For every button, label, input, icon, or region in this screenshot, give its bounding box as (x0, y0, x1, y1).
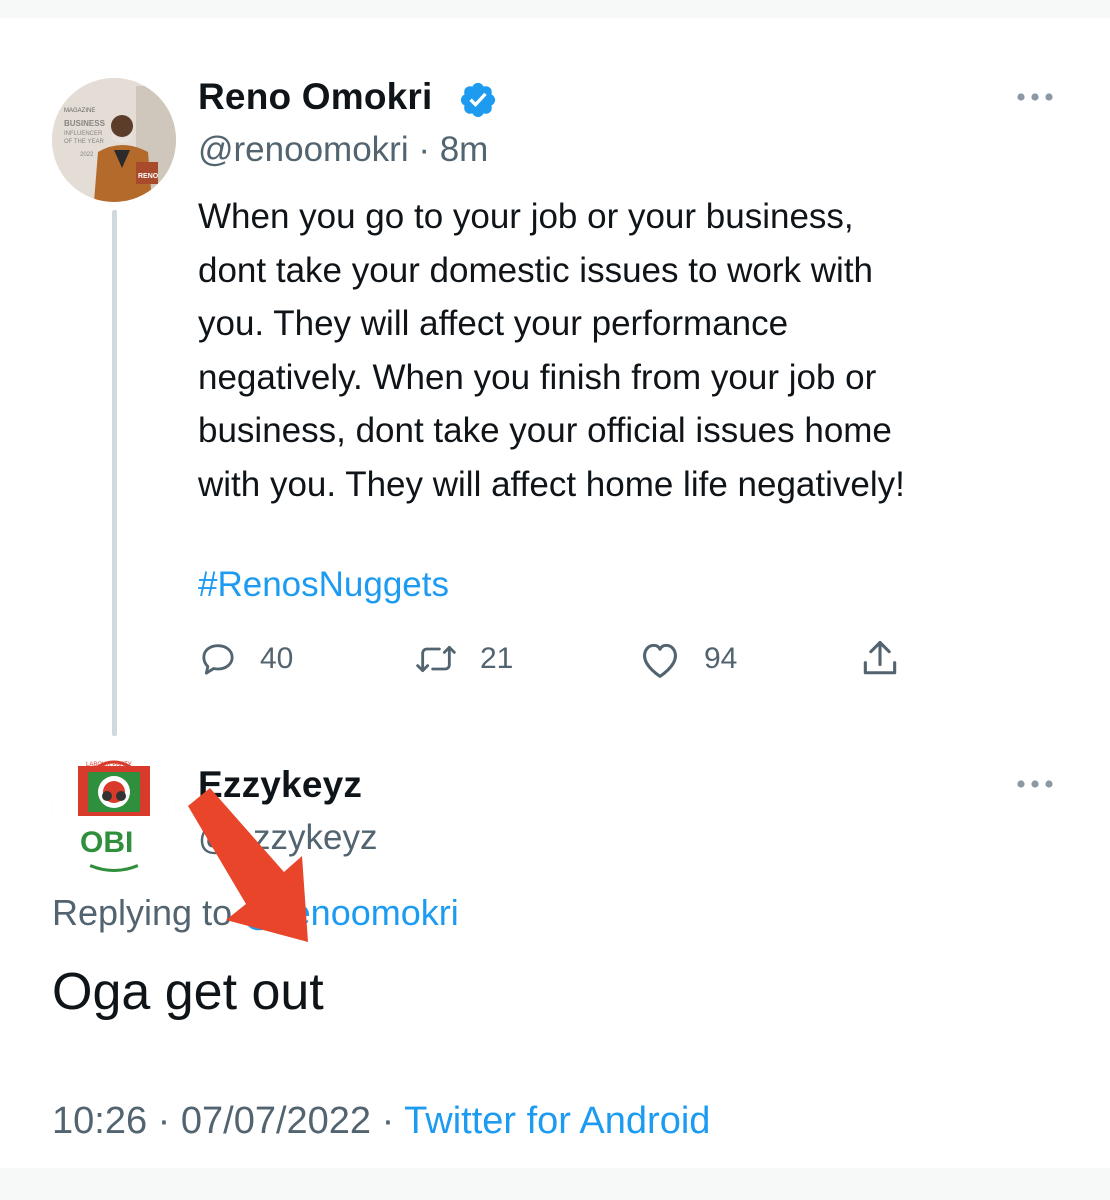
reply-count: 40 (260, 642, 294, 675)
avatar-text-business: BUSINESS (64, 119, 106, 128)
share-icon (863, 640, 897, 675)
retweet-icon (416, 645, 456, 673)
post-date[interactable]: 07/07/2022 (181, 1100, 371, 1142)
top-bar (0, 0, 1110, 18)
avatar-ezzykeyz[interactable]: LABOUR PARTY OBI (52, 748, 176, 872)
bottom-bar (0, 1168, 1110, 1200)
annotation-arrow-icon (188, 788, 308, 942)
thread-connector-line (112, 210, 117, 736)
reply-button[interactable]: 40 (198, 636, 293, 682)
avatar-magazine-line: MAGAZINE (64, 108, 95, 114)
tweet-time-ago[interactable]: 8m (440, 130, 489, 169)
verified-badge-icon (460, 82, 496, 118)
like-icon (643, 643, 677, 678)
reply-icon (202, 644, 234, 675)
tweet-hashtag-link[interactable]: #RenosNuggets (198, 565, 449, 605)
tweet-author-name[interactable]: Reno Omokri (198, 76, 433, 118)
avatar-reno-omokri[interactable]: MAGAZINE BUSINESS INFLUENCER OF THE YEAR… (52, 78, 176, 202)
like-count: 94 (704, 642, 738, 675)
retweet-count: 21 (480, 642, 514, 675)
tweet-body-text: When you go to your job or your business… (198, 197, 905, 504)
avatar-obi-text: OBI (80, 826, 133, 859)
more-icon[interactable] (1015, 91, 1055, 103)
avatar-text-year-title: OF THE YEAR (64, 139, 104, 145)
avatar-text-year: 2022 (80, 152, 94, 158)
post-source-link[interactable]: Twitter for Android (404, 1100, 710, 1142)
meta-separator: · (147, 1100, 181, 1142)
reply-body-text: Oga get out (52, 963, 324, 1021)
tweet-author-handle[interactable]: @renoomokri (198, 130, 409, 169)
post-time[interactable]: 10:26 (52, 1100, 147, 1142)
retweet-button[interactable]: 21 (414, 636, 513, 682)
tweet-metadata: 10:26 · 07/07/2022 · Twitter for Android (52, 1100, 710, 1143)
handle-separator: · (408, 130, 440, 169)
avatar-ring-text: LABOUR PARTY (86, 762, 132, 768)
share-button[interactable] (858, 636, 902, 682)
like-button[interactable]: 94 (638, 636, 737, 682)
more-icon[interactable] (1015, 778, 1055, 790)
avatar-text-influencer: INFLUENCER (64, 131, 103, 137)
meta-separator: · (371, 1100, 405, 1142)
avatar-badge-text: RENO (138, 173, 159, 180)
tweet-author-handle-line: @renoomokri · 8m (198, 130, 488, 170)
